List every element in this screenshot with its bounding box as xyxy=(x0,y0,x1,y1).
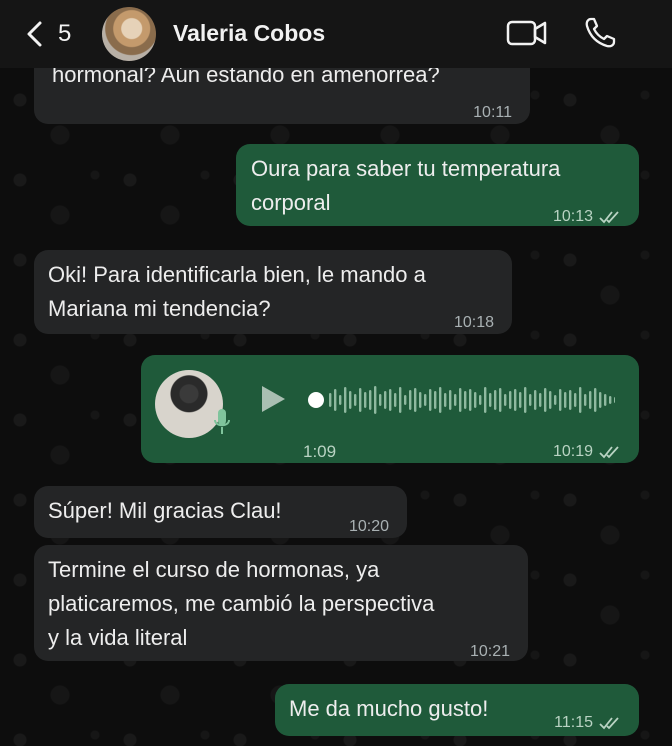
waveform-bar xyxy=(379,394,382,406)
waveform-bar xyxy=(569,390,572,410)
waveform-bar xyxy=(339,395,342,405)
waveform-bar xyxy=(574,393,577,407)
waveform-bar xyxy=(454,394,457,406)
waveform-bar xyxy=(479,395,482,405)
double-check-icon xyxy=(599,717,619,730)
double-check-icon xyxy=(599,211,619,224)
playhead-dot[interactable] xyxy=(308,392,324,408)
waveform-bar xyxy=(544,388,547,412)
waveform-bar xyxy=(494,390,497,410)
contact-avatar[interactable] xyxy=(102,7,156,61)
waveform-bar xyxy=(514,389,517,411)
waveform-bar xyxy=(499,388,502,412)
waveform-bar xyxy=(519,392,522,408)
message-time: 10:21 xyxy=(469,643,510,660)
waveform-bar xyxy=(409,390,412,410)
back-button[interactable]: 5 xyxy=(24,18,84,50)
voice-duration: 1:09 xyxy=(303,442,337,461)
waveform-bar xyxy=(509,391,512,409)
waveform-bar xyxy=(529,394,532,406)
waveform-bar xyxy=(484,387,487,413)
waveform-bar xyxy=(419,392,422,408)
chat-header: 5 Valeria Cobos xyxy=(0,0,672,68)
waveform-bar xyxy=(594,388,597,412)
message-text: Oura para saber tu temperatura corporal xyxy=(251,156,561,215)
waveform-bar xyxy=(354,394,357,406)
waveform-bar xyxy=(429,389,432,411)
waveform-bar xyxy=(489,393,492,407)
message-text: Oki! Para identificarla bien, le mando a… xyxy=(48,262,426,321)
waveform-bar xyxy=(414,388,417,412)
waveform-bar xyxy=(469,389,472,411)
message-text: Termine el curso de hormonas, ya platica… xyxy=(48,557,435,650)
double-check-icon xyxy=(599,446,619,459)
waveform-bar xyxy=(534,390,537,410)
waveform-bar xyxy=(389,389,392,411)
waveform-bar xyxy=(424,394,427,406)
play-icon[interactable] xyxy=(259,384,287,414)
message-bubble[interactable]: Termine el curso de hormonas, ya platica… xyxy=(34,545,528,661)
waveform-bar xyxy=(604,394,607,406)
message-time: 11:15 xyxy=(554,706,621,740)
waveform-bar xyxy=(374,386,377,414)
waveform-bar xyxy=(334,389,337,411)
waveform-bar xyxy=(609,396,612,404)
waveform-bar xyxy=(459,388,462,412)
message-bubble[interactable]: Oura para saber tu temperatura corporal … xyxy=(236,144,639,226)
message-bubble[interactable]: Oki! Para identificarla bien, le mando a… xyxy=(34,250,512,334)
waveform-bar xyxy=(524,387,527,413)
waveform-bar xyxy=(554,395,557,405)
waveform-bar xyxy=(504,394,507,406)
voice-message-bubble[interactable]: 1:09 10:19 xyxy=(141,355,639,463)
waveform-bar xyxy=(344,387,347,413)
waveform-bar xyxy=(369,390,372,410)
waveform-bar xyxy=(614,397,615,403)
waveform-bar xyxy=(359,388,362,412)
waveform-bar xyxy=(474,392,477,408)
waveform-bar xyxy=(449,390,452,410)
waveform-bar xyxy=(539,393,542,407)
waveform-bar xyxy=(329,393,332,407)
waveform-bar xyxy=(404,395,407,405)
unread-count: 5 xyxy=(58,20,72,47)
message-bubble[interactable]: Me da mucho gusto! 11:15 xyxy=(275,684,639,736)
voice-waveform[interactable] xyxy=(307,385,615,415)
contact-name[interactable]: Valeria Cobos xyxy=(173,20,325,47)
message-time: 10:11 xyxy=(473,104,512,121)
waveform-bar xyxy=(444,393,447,407)
waveform-bar xyxy=(384,391,387,409)
waveform-bar xyxy=(394,393,397,407)
chevron-left-icon xyxy=(27,21,42,47)
message-time: 10:19 xyxy=(553,435,621,469)
waveform-bar xyxy=(579,387,582,413)
waveform-bar xyxy=(349,391,352,409)
waveform-bar xyxy=(549,391,552,409)
message-text: Súper! Mil gracias Clau! xyxy=(48,498,282,523)
message-time: 10:20 xyxy=(348,518,389,535)
waveform-bar xyxy=(589,391,592,409)
waveform-bar xyxy=(584,394,587,406)
mic-icon xyxy=(214,409,230,434)
waveform-bar xyxy=(559,389,562,411)
message-text: Me da mucho gusto! xyxy=(289,696,489,721)
waveform-bar xyxy=(464,391,467,409)
message-time: 10:13 xyxy=(553,200,621,234)
waveform-bar xyxy=(434,391,437,409)
waveform-bar xyxy=(599,392,602,408)
waveform-bar xyxy=(364,392,367,408)
waveform-bar xyxy=(564,392,567,408)
waveform-bar xyxy=(439,387,442,413)
waveform-bar xyxy=(399,387,402,413)
video-call-icon[interactable] xyxy=(506,18,548,48)
message-bubble[interactable]: Súper! Mil gracias Clau! 10:20 xyxy=(34,486,407,538)
phone-icon[interactable] xyxy=(583,16,617,50)
message-time: 10:18 xyxy=(453,314,494,331)
